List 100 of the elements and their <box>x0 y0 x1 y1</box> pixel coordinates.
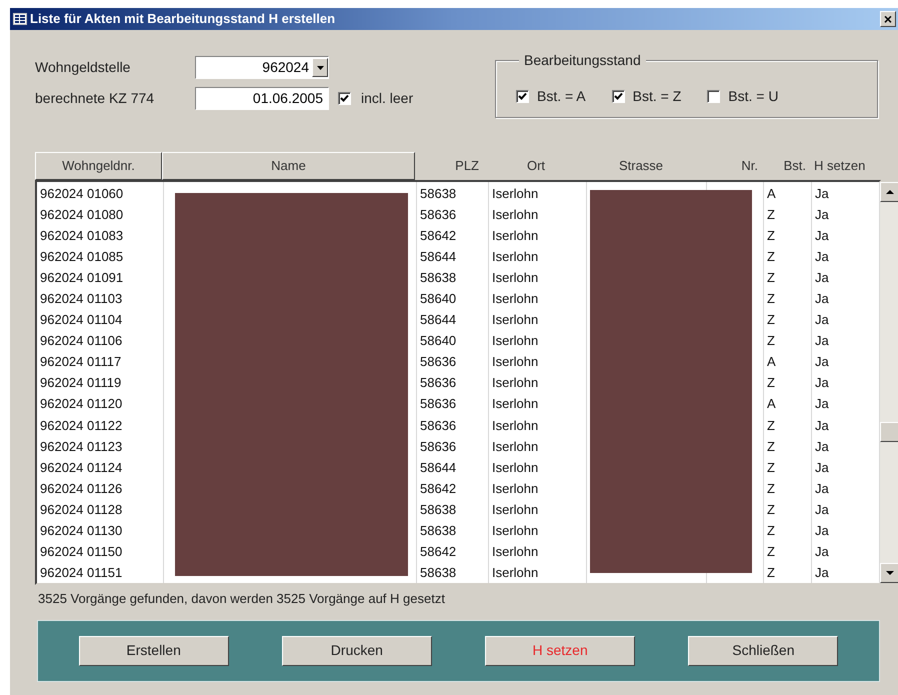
table-cell: Z <box>767 480 775 496</box>
scroll-down-button[interactable] <box>880 563 898 583</box>
column-header: PLZ <box>454 157 480 176</box>
table-cell: Z <box>767 207 775 222</box>
table-cell: 962024 01080 <box>40 207 124 222</box>
table-cell: Ja <box>815 396 829 412</box>
status-text: 3525 Vorgänge gefunden, davon werden 3525 Vorgänge auf H gesetzt <box>38 590 446 608</box>
table-cell: Ja <box>815 249 829 264</box>
table-cell: 58640 <box>420 333 456 348</box>
table-cell: 962024 01119 <box>40 375 122 390</box>
table-cell: 962024 01104 <box>40 312 122 328</box>
table-cell: Z <box>767 522 775 538</box>
table-cell: Z <box>767 418 775 433</box>
action-button[interactable]: Drucken <box>282 636 432 666</box>
table-cell: Iserlohn <box>492 291 538 306</box>
table-cell: 58636 <box>420 375 456 390</box>
table-cell: Z <box>767 544 775 559</box>
table-cell: 58640 <box>420 291 456 306</box>
table-cell: Ja <box>815 544 829 559</box>
checkbox[interactable] <box>612 90 625 103</box>
table-cell: 962024 01083 <box>40 228 124 244</box>
column-header[interactable]: Name <box>162 152 415 180</box>
action-button[interactable]: Schließen <box>688 636 838 666</box>
check-icon <box>614 92 623 101</box>
checkbox[interactable] <box>516 90 529 103</box>
up-arrow-icon <box>886 190 894 194</box>
checkbox-label: Bst. = U <box>728 87 778 106</box>
column-header: Strasse <box>618 157 664 176</box>
down-arrow-icon <box>886 571 894 575</box>
combo-field[interactable]: 962024 <box>195 56 329 79</box>
table-cell: Iserlohn <box>492 396 538 412</box>
table-cell: 962024 01085 <box>40 249 124 264</box>
table-cell: 58642 <box>420 480 456 496</box>
check-icon <box>340 94 349 103</box>
table-cell: Ja <box>815 312 829 328</box>
table-cell: Iserlohn <box>492 333 538 348</box>
table-cell: 962024 01151 <box>40 564 122 580</box>
table-cell: Ja <box>815 333 829 348</box>
checkbox-label: incl. leer <box>361 89 414 108</box>
table-cell: 58636 <box>420 396 456 412</box>
table-cell: Z <box>767 460 775 475</box>
table-cell: 962024 01123 <box>40 438 122 454</box>
table-cell: Iserlohn <box>492 502 538 517</box>
table-cell: 58636 <box>420 354 456 370</box>
table-cell: A <box>767 354 776 370</box>
table-cell: Ja <box>815 228 829 244</box>
table-cell: Iserlohn <box>492 312 538 328</box>
checkbox-label: Bst. = Z <box>632 87 682 106</box>
table-cell: 58636 <box>420 418 456 433</box>
table-cell: Iserlohn <box>492 270 538 286</box>
table-cell: 962024 01060 <box>40 186 124 201</box>
table-cell: Iserlohn <box>492 544 538 559</box>
table-cell: 58638 <box>420 186 456 201</box>
checkbox[interactable] <box>338 92 351 105</box>
table-cell: Z <box>767 249 775 264</box>
table-cell: Ja <box>815 418 829 433</box>
scroll-thumb[interactable] <box>880 422 898 442</box>
table-cell: Ja <box>815 502 829 517</box>
table-cell: Ja <box>815 460 829 475</box>
table-cell: 58638 <box>420 522 456 538</box>
field-label: berechnete KZ 774 <box>35 89 156 108</box>
table-cell: Iserlohn <box>492 186 538 201</box>
table-cell: 962024 01150 <box>40 544 122 559</box>
table-cell: Ja <box>815 207 829 222</box>
table-cell: Z <box>767 291 775 306</box>
table-cell: 962024 01106 <box>40 333 122 348</box>
table-cell: A <box>767 186 776 201</box>
table-cell: 962024 01120 <box>40 396 122 412</box>
column-header: Bst. <box>782 157 807 176</box>
checkbox[interactable] <box>707 90 720 103</box>
scroll-up-button[interactable] <box>880 182 898 202</box>
table-cell: Ja <box>815 438 829 454</box>
table-cell: 58644 <box>420 312 456 328</box>
table-cell: Ja <box>815 270 829 286</box>
date-field[interactable]: 01.06.2005 <box>195 87 329 110</box>
table-cell: 962024 01091 <box>40 270 124 286</box>
table-cell: Ja <box>815 480 829 496</box>
table-cell: Iserlohn <box>492 228 538 244</box>
table-cell: 58644 <box>420 460 456 475</box>
table-cell: Iserlohn <box>492 522 538 538</box>
table-cell: 58642 <box>420 228 456 244</box>
table-cell: Iserlohn <box>492 480 538 496</box>
table-cell: Z <box>767 502 775 517</box>
action-button[interactable]: Erstellen <box>78 636 229 666</box>
close-button[interactable]: × <box>880 11 896 27</box>
table-cell: Ja <box>815 522 829 538</box>
table-cell: 962024 01122 <box>40 418 122 433</box>
check-icon <box>518 92 527 101</box>
table-cell: 58642 <box>420 544 456 559</box>
table-cell: Z <box>767 564 775 580</box>
table-cell: Iserlohn <box>492 418 538 433</box>
table-cell: 58638 <box>420 564 456 580</box>
scrollbar[interactable] <box>880 182 898 583</box>
table-cell: Z <box>767 228 775 244</box>
table-cell: 962024 01117 <box>40 354 122 370</box>
table-cell: 962024 01128 <box>40 502 122 517</box>
column-header[interactable]: Wohngeldnr. <box>35 152 162 180</box>
table-cell: Z <box>767 375 775 390</box>
table-cell: 58636 <box>420 438 456 454</box>
table-cell: 962024 01103 <box>40 291 122 306</box>
